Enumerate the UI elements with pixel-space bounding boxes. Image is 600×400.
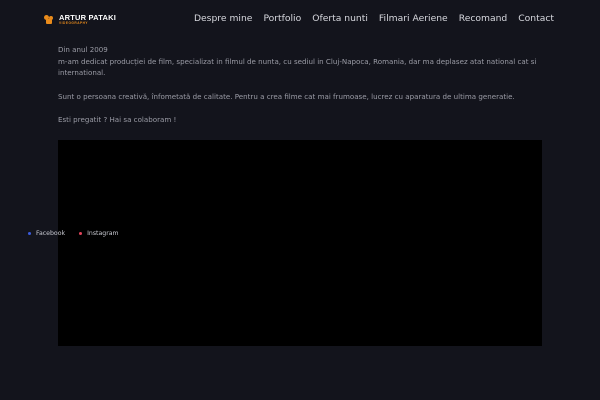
nav-item-recomand[interactable]: Recomand bbox=[459, 13, 508, 24]
social-link-instagram[interactable]: Instagram bbox=[79, 230, 119, 237]
nav-item-oferta-nunti[interactable]: Oferta nunti bbox=[312, 13, 368, 24]
instagram-dot-icon bbox=[79, 232, 83, 235]
nav-item-filmari-aeriene[interactable]: Filmari Aeriene bbox=[379, 13, 448, 24]
about-section: Din anul 2009 m-am dedicat producției de… bbox=[58, 44, 542, 126]
logo-name: ARTUR PATAKI bbox=[59, 12, 116, 22]
social-label-instagram: Instagram bbox=[87, 230, 119, 237]
nav-item-despre-mine[interactable]: Despre mine bbox=[194, 13, 252, 24]
video-player[interactable] bbox=[58, 140, 542, 346]
film-reel-icon bbox=[44, 15, 56, 24]
social-label-facebook: Facebook bbox=[36, 230, 66, 237]
social-links: Facebook Instagram bbox=[28, 230, 133, 237]
page: ARTUR PATAKI VIDEOGRAPHY Despre mine Por… bbox=[0, 0, 600, 400]
site-logo[interactable]: ARTUR PATAKI VIDEOGRAPHY bbox=[44, 13, 116, 26]
logo-subtitle: VIDEOGRAPHY bbox=[59, 21, 89, 26]
about-call-to-action: Esti pregatit ? Hai sa colaboram ! bbox=[58, 115, 177, 124]
about-intro-year: Din anul 2009 bbox=[58, 45, 108, 54]
social-link-facebook[interactable]: Facebook bbox=[28, 230, 65, 237]
nav-item-contact[interactable]: Contact bbox=[518, 13, 554, 24]
facebook-dot-icon bbox=[28, 232, 31, 235]
nav-item-portfolio[interactable]: Portfolio bbox=[263, 13, 301, 24]
about-intro-text: m-am dedicat producției de film, special… bbox=[58, 56, 537, 78]
site-header: ARTUR PATAKI VIDEOGRAPHY Despre mine Por… bbox=[0, 0, 600, 38]
main-nav: Despre mine Portfolio Oferta nunti Filma… bbox=[183, 13, 554, 24]
logo-text: ARTUR PATAKI VIDEOGRAPHY bbox=[59, 14, 116, 26]
about-paragraph-creative: Sunt o persoana creativă, înfometată de … bbox=[58, 91, 515, 101]
